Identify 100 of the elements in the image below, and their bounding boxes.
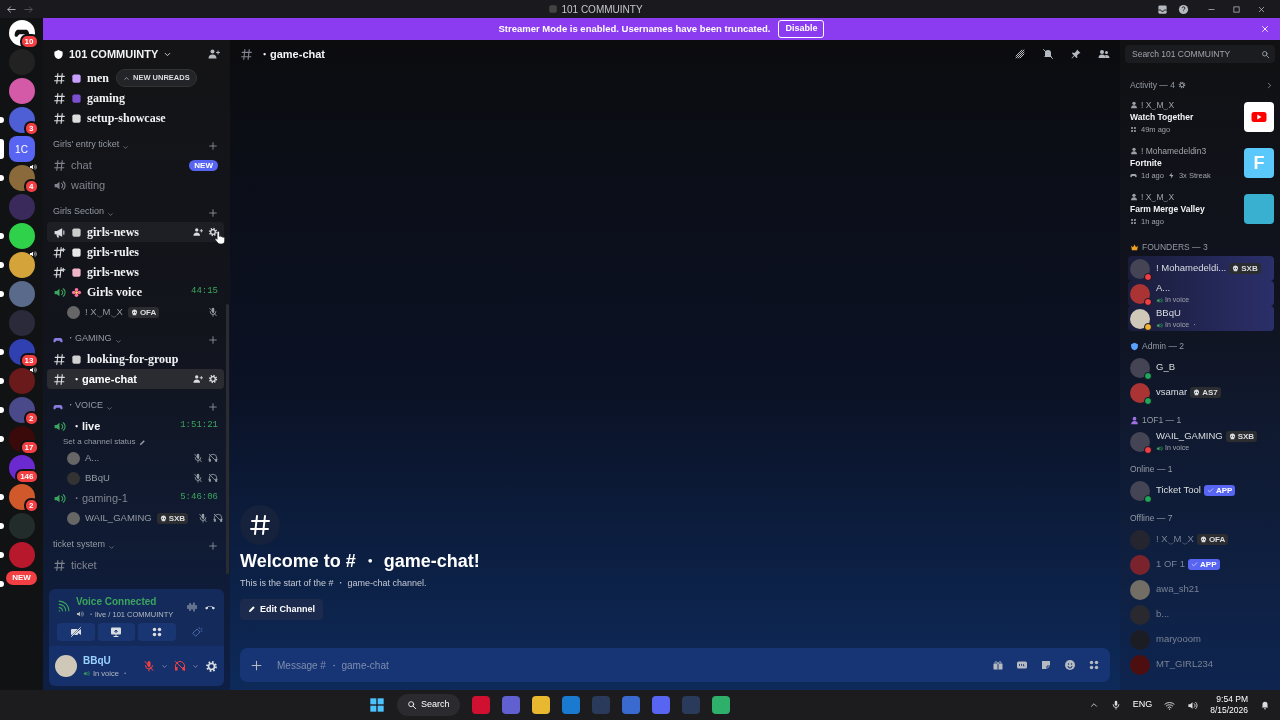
channel-item[interactable]: ・game-chat xyxy=(47,369,224,389)
mute-notifications-icon[interactable] xyxy=(1042,48,1054,60)
taskbar-app-icon[interactable] xyxy=(531,696,550,714)
taskbar-app-icon[interactable] xyxy=(561,696,580,714)
avatar xyxy=(1130,308,1150,329)
start-icon[interactable] xyxy=(369,697,386,713)
connection-icon xyxy=(57,600,70,614)
member-item[interactable]: 1 OF 1 APP xyxy=(1128,552,1274,577)
member-item[interactable]: MT_GIRL234 xyxy=(1128,652,1274,677)
avatar xyxy=(55,655,77,677)
camera-off-button[interactable] xyxy=(57,623,95,641)
channel-item[interactable]: waiting xyxy=(47,175,224,195)
member-name: WAIL_GAMING xyxy=(85,510,152,525)
channel-title: ・game-chat xyxy=(259,46,326,62)
server-icon[interactable] xyxy=(8,223,35,249)
channel-item[interactable]: girls-news xyxy=(47,262,224,282)
category-name[interactable]: Girls Section xyxy=(53,204,105,218)
youtube-logo-tile[interactable] xyxy=(1244,102,1274,132)
channel-item[interactable]: ・live 1:51:21 xyxy=(47,416,224,436)
invite-icon[interactable] xyxy=(208,48,220,60)
channel-name: girls-news xyxy=(87,264,139,281)
edit-channel-button[interactable]: Edit Channel xyxy=(240,598,323,620)
member-item[interactable]: ! Mohamedeldi... SXB xyxy=(1128,256,1274,281)
member-item[interactable]: maryooom xyxy=(1128,627,1274,652)
member-item[interactable]: b... xyxy=(1128,602,1274,627)
noise-icon[interactable] xyxy=(186,600,198,613)
add-channel-icon[interactable] xyxy=(208,402,218,412)
search-icon xyxy=(407,700,418,710)
channel-item[interactable]: ticket xyxy=(47,555,224,575)
close-icon[interactable] xyxy=(1260,24,1270,34)
language-indicator[interactable]: ENG xyxy=(1132,698,1153,712)
add-channel-icon[interactable] xyxy=(208,141,218,151)
screen-share-button[interactable] xyxy=(97,623,135,641)
member-item[interactable]: G_B xyxy=(1128,355,1274,380)
add-channel-icon[interactable] xyxy=(208,541,218,551)
category-name[interactable]: ・VOICE xyxy=(66,398,103,412)
gift-icon[interactable] xyxy=(992,659,1004,671)
server-icon[interactable]: 1C xyxy=(8,136,35,162)
channel-item[interactable]: setup-showcase xyxy=(47,108,224,128)
channel-item[interactable]: Girls voice 44:15 xyxy=(47,282,224,302)
activities-button[interactable] xyxy=(138,623,176,641)
mic-icon[interactable] xyxy=(1110,700,1121,710)
channel-item[interactable]: looking-for-group xyxy=(47,349,224,369)
channel-name: ・gaming-1 xyxy=(71,490,128,506)
invite-icon[interactable] xyxy=(193,374,203,384)
emoji-icon[interactable] xyxy=(1064,659,1076,671)
clock-date[interactable]: 8/15/2026 xyxy=(1210,705,1248,716)
speaker-icon xyxy=(28,163,37,171)
chevron-icon[interactable] xyxy=(1265,80,1274,90)
member-item[interactable]: vsamar AS7 xyxy=(1128,380,1274,405)
add-channel-icon[interactable] xyxy=(208,335,218,345)
search-input[interactable]: Search 101 COMMUINTY xyxy=(1130,46,1258,62)
server-icon[interactable] xyxy=(8,78,35,104)
clock-time[interactable]: 9:54 PM xyxy=(1210,694,1248,705)
channel-item[interactable]: ・gaming-1 5:46:06 xyxy=(47,488,224,508)
voice-timer: 1:51:21 xyxy=(180,419,218,433)
server-icon[interactable] xyxy=(8,252,35,278)
message-input[interactable]: Message # ・ game-chat xyxy=(275,656,980,674)
add-channel-icon[interactable] xyxy=(208,208,218,218)
caret-up-icon xyxy=(123,74,130,82)
channel-item[interactable]: girls-news xyxy=(47,222,224,242)
apps-icon[interactable] xyxy=(1088,659,1100,671)
threads-icon[interactable] xyxy=(1014,48,1026,60)
category-name[interactable]: ・GAMING xyxy=(66,331,112,345)
disable-button[interactable]: Disable xyxy=(778,20,825,38)
help-icon[interactable] xyxy=(1178,3,1189,15)
attach-icon[interactable] xyxy=(250,658,263,672)
member-item[interactable]: awa_sh21 xyxy=(1128,577,1274,602)
inbox-icon[interactable] xyxy=(1157,3,1168,15)
taskbar-search[interactable]: Search xyxy=(397,694,460,716)
avatar xyxy=(1130,629,1150,650)
taskbar-app-icon[interactable] xyxy=(711,696,730,714)
avatar xyxy=(67,471,80,485)
maximize-icon[interactable] xyxy=(1232,4,1241,14)
volume-icon[interactable] xyxy=(1187,699,1199,711)
sticker-icon[interactable] xyxy=(1040,659,1052,671)
game-tile[interactable] xyxy=(1244,194,1274,224)
back-arrow-icon[interactable] xyxy=(6,3,17,15)
category-name[interactable]: ticket system xyxy=(53,537,105,551)
channel-item[interactable]: chat NEW xyxy=(47,155,224,175)
message-field[interactable]: Message # ・ game-chat xyxy=(240,648,1110,682)
invite-icon[interactable] xyxy=(193,227,203,237)
notification-icon[interactable] xyxy=(1260,700,1270,710)
member-list-icon[interactable] xyxy=(1098,48,1110,60)
member-item[interactable]: ! X‿M‿X OFA xyxy=(1128,527,1274,552)
settings-icon[interactable] xyxy=(1177,81,1186,89)
tag-icon xyxy=(1193,389,1201,396)
category-name[interactable]: Girls' entry ticket xyxy=(53,137,120,151)
channel-status-text[interactable]: Set a channel status xyxy=(63,436,136,448)
wifi-icon[interactable] xyxy=(1164,699,1176,711)
tray-chevron-icon[interactable] xyxy=(1088,700,1099,710)
channel-item[interactable]: gaming xyxy=(47,88,224,108)
search-field[interactable]: Search 101 COMMUINTY xyxy=(1125,45,1275,63)
headphones-icon[interactable] xyxy=(174,660,186,672)
member-item[interactable]: Ticket Tool APP xyxy=(1128,478,1274,503)
gif-icon[interactable] xyxy=(1016,659,1028,671)
close-icon[interactable] xyxy=(1257,4,1266,14)
pin-icon[interactable] xyxy=(1070,48,1082,60)
server-name[interactable]: 101 COMMUINTY xyxy=(69,45,159,63)
channel-item[interactable]: girls-rules xyxy=(47,242,224,262)
